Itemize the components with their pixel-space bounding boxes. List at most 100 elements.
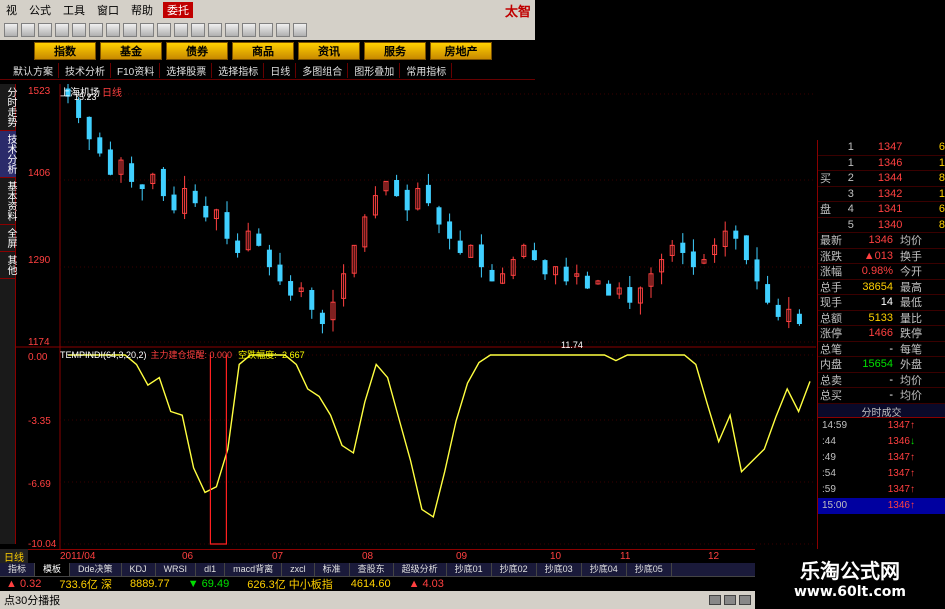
toolbar-icon-8[interactable] bbox=[123, 23, 137, 37]
order-book-row[interactable]: 3 1342 1 bbox=[818, 187, 945, 202]
indtab-12[interactable]: 抄底02 bbox=[492, 563, 537, 576]
indtab-15[interactable]: 抄底05 bbox=[627, 563, 672, 576]
ticker-3b: 4614.60 bbox=[350, 578, 391, 590]
func-multi-chart[interactable]: 多图组合 bbox=[297, 63, 349, 78]
indtab-5[interactable]: dl1 bbox=[196, 563, 226, 576]
stat-label-2: 均价 bbox=[900, 390, 922, 403]
indtab-14[interactable]: 抄底04 bbox=[582, 563, 627, 576]
quote-stat-row: 总卖 - 均价 bbox=[818, 373, 945, 388]
menu-window[interactable]: 窗口 bbox=[91, 2, 125, 18]
toolbar-icon-6[interactable] bbox=[89, 23, 103, 37]
cat-fund[interactable]: 基金 bbox=[100, 42, 162, 60]
cat-index[interactable]: 指数 bbox=[34, 42, 96, 60]
menu-entrust[interactable]: 委托 bbox=[163, 2, 193, 18]
cat-news[interactable]: 资讯 bbox=[298, 42, 360, 60]
indtab-3[interactable]: KDJ bbox=[122, 563, 156, 576]
trade-row[interactable]: 15:00 1346 ↑ bbox=[818, 497, 945, 514]
candle-body bbox=[256, 233, 262, 246]
trade-row[interactable]: :59 1347 ↑ bbox=[818, 482, 945, 498]
cat-realestate[interactable]: 房地产 bbox=[430, 42, 492, 60]
status-icon-3[interactable] bbox=[739, 595, 751, 605]
func-tech-analysis[interactable]: 技术分析 bbox=[60, 63, 111, 78]
toolbar-icon-4[interactable] bbox=[55, 23, 69, 37]
func-select-indicator[interactable]: 选择指标 bbox=[213, 63, 265, 78]
candle-body bbox=[743, 235, 749, 261]
tab-tech-analysis[interactable]: 技术分析 bbox=[0, 131, 16, 178]
indtab-2[interactable]: Dde决策 bbox=[70, 563, 122, 576]
status-icon-2[interactable] bbox=[724, 595, 736, 605]
menu-help[interactable]: 帮助 bbox=[125, 2, 159, 18]
quote-stat-row: 总买 - 均价 bbox=[818, 388, 945, 404]
menu-formula[interactable]: 公式 bbox=[23, 2, 57, 18]
order-book-row[interactable]: 5 1340 8 bbox=[818, 218, 945, 233]
func-f10[interactable]: F10资料 bbox=[112, 63, 161, 78]
toolbar-icon-5[interactable] bbox=[72, 23, 86, 37]
toolbar-icon-1[interactable] bbox=[4, 23, 18, 37]
cat-commodity[interactable]: 商品 bbox=[232, 42, 294, 60]
func-default-scheme[interactable]: 默认方案 bbox=[8, 63, 59, 78]
tab-intraday[interactable]: 分时走势 bbox=[0, 84, 16, 131]
toolbar-icon-9[interactable] bbox=[140, 23, 154, 37]
tab-fundamentals[interactable]: 基本资料 bbox=[0, 178, 16, 225]
func-select-stock[interactable]: 选择股票 bbox=[161, 63, 213, 78]
toolbar-icon-13[interactable] bbox=[208, 23, 222, 37]
toolbar-icon-2[interactable] bbox=[21, 23, 35, 37]
indtab-4[interactable]: WRSI bbox=[156, 563, 197, 576]
menu-bar: 视 公式 工具 窗口 帮助 委托 bbox=[0, 0, 535, 20]
toolbar-icon-11[interactable] bbox=[174, 23, 188, 37]
indtab-6[interactable]: macd背离 bbox=[225, 563, 283, 576]
indicator-title: TEMPINDI(64,3,20,2) 主力建仓提醒: 0.000 空跌幅度: -2… bbox=[60, 348, 305, 361]
toolbar bbox=[0, 20, 535, 40]
candle-body bbox=[404, 189, 410, 211]
ind-label-2: -3.35 bbox=[28, 416, 51, 427]
toolbar-icon-14[interactable] bbox=[225, 23, 239, 37]
category-bar: 指数 基金 债券 商品 资讯 服务 房地产 bbox=[0, 40, 535, 62]
candle-body bbox=[107, 149, 113, 175]
indtab-10[interactable]: 超级分析 bbox=[394, 563, 447, 576]
tab-fullscreen[interactable]: 全屏 bbox=[0, 225, 16, 252]
toolbar-icon-12[interactable] bbox=[191, 23, 205, 37]
indtab-8[interactable]: 标准 bbox=[315, 563, 350, 576]
func-daily[interactable]: 日线 bbox=[265, 63, 297, 78]
toolbar-icon-7[interactable] bbox=[106, 23, 120, 37]
menu-view[interactable]: 视 bbox=[0, 2, 23, 18]
candle-body bbox=[129, 163, 135, 182]
order-book-row[interactable]: 1 1346 1 bbox=[818, 156, 945, 171]
trade-row[interactable]: :44 1346 ↓ bbox=[818, 434, 945, 450]
candle-body bbox=[425, 184, 431, 204]
order-level: 1 bbox=[847, 156, 854, 169]
trade-row[interactable]: :49 1347 ↑ bbox=[818, 450, 945, 466]
toolbar-icon-10[interactable] bbox=[157, 23, 171, 37]
order-book-row[interactable]: 1 1347 6 bbox=[818, 140, 945, 156]
order-book-row[interactable]: 买 2 1344 8 bbox=[818, 171, 945, 187]
candle-body bbox=[563, 266, 569, 282]
indtab-1[interactable]: 模板 bbox=[35, 563, 71, 576]
menu-tools[interactable]: 工具 bbox=[57, 2, 91, 18]
toolbar-icon-17[interactable] bbox=[276, 23, 290, 37]
tab-other[interactable]: 其他 bbox=[0, 252, 16, 279]
toolbar-icon-3[interactable] bbox=[38, 23, 52, 37]
func-common-indicators[interactable]: 常用指标 bbox=[401, 63, 453, 78]
order-book-row[interactable]: 盘 4 1341 6 bbox=[818, 202, 945, 218]
trade-row[interactable]: 14:59 1347 ↑ bbox=[818, 418, 945, 434]
cat-bond[interactable]: 债券 bbox=[166, 42, 228, 60]
indtab-11[interactable]: 抄底01 bbox=[447, 563, 492, 576]
period-selector[interactable]: 日线 bbox=[0, 549, 28, 564]
chart-area[interactable]: 上海机场 日线 1523 1406 1290 1174 0.00 -3.35 -6… bbox=[16, 82, 816, 550]
toolbar-icon-15[interactable] bbox=[242, 23, 256, 37]
toolbar-icon-16[interactable] bbox=[259, 23, 273, 37]
status-icon-1[interactable] bbox=[709, 595, 721, 605]
cat-service[interactable]: 服务 bbox=[364, 42, 426, 60]
indtab-0[interactable]: 指标 bbox=[0, 563, 36, 576]
toolbar-icon-18[interactable] bbox=[293, 23, 307, 37]
left-tab-strip: 分时走势 技术分析 基本资料 全屏 其他 bbox=[0, 84, 16, 544]
status-text: 点30分播报 bbox=[4, 595, 61, 607]
indtab-7[interactable]: zxcl bbox=[282, 563, 315, 576]
indtab-9[interactable]: 查股东 bbox=[350, 563, 394, 576]
order-price: 1344 bbox=[877, 172, 903, 185]
stat-value: - bbox=[889, 373, 893, 386]
indtab-13[interactable]: 抄底03 bbox=[537, 563, 582, 576]
func-overlay[interactable]: 图形叠加 bbox=[349, 63, 401, 78]
trade-row[interactable]: :54 1347 ↑ bbox=[818, 466, 945, 482]
candlestick-chart[interactable] bbox=[16, 82, 816, 549]
